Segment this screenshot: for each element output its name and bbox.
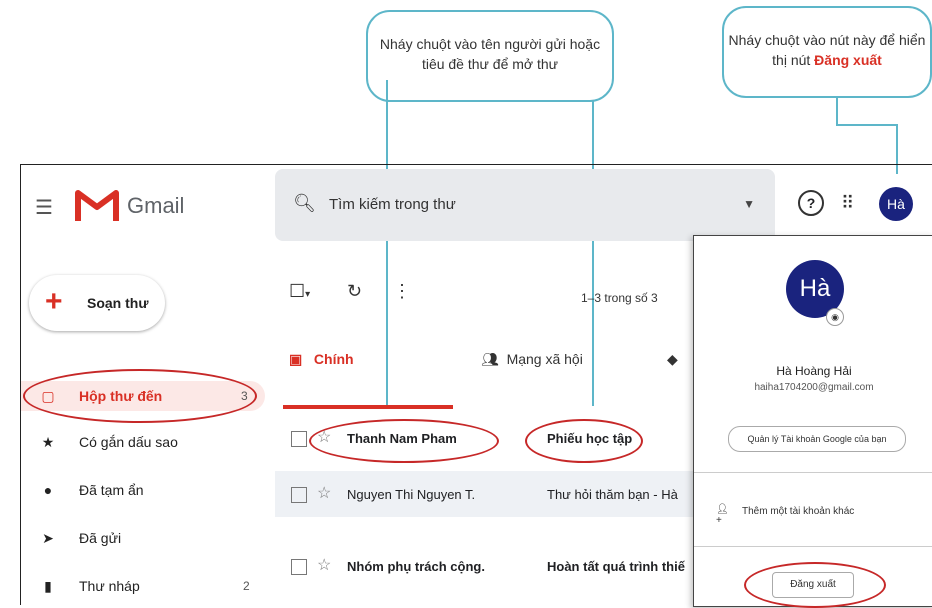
active-tab-indicator [283, 405, 453, 409]
sidebar-item-snoozed[interactable]: ● Đã tạm ẩn [37, 475, 257, 505]
clock-icon: ● [43, 482, 53, 498]
sidebar-item-drafts[interactable]: ▮ Thư nháp 2 [37, 571, 257, 601]
divider [694, 546, 932, 547]
tab-label: Mạng xã hội [506, 351, 583, 367]
gmail-logo-icon[interactable] [75, 185, 119, 225]
star-icon[interactable]: ☆ [317, 483, 331, 503]
row-checkbox[interactable] [291, 431, 307, 447]
search-icon[interactable]: 🔍︎ [293, 193, 316, 214]
menu-icon[interactable]: ☰ [35, 195, 53, 220]
sidebar-item-count: 2 [243, 579, 250, 593]
pagination-range: 1–3 trong số 3 [581, 291, 658, 305]
search-bar[interactable]: 🔍︎ Tìm kiếm trong thư ▼ [275, 169, 775, 241]
email-sender[interactable]: Nguyen Thi Nguyen T. [347, 487, 475, 502]
account-email: haiha1704200@gmail.com [754, 382, 874, 393]
select-all-checkbox[interactable]: ☐▾ [289, 281, 310, 302]
email-subject[interactable]: Hoàn tất quá trình thiế [547, 559, 685, 574]
manage-account-button[interactable]: Quản lý Tài khoản Google của bạn [728, 426, 906, 452]
apps-grid-icon[interactable]: ⠿ [841, 193, 854, 214]
highlight-oval-inbox [23, 369, 257, 423]
email-subject[interactable]: Thư hỏi thăm bạn - Hà [547, 487, 678, 502]
email-row[interactable]: ☆ Nguyen Thi Nguyen T. Thư hỏi thăm bạn … [275, 471, 695, 517]
sidebar-item-sent[interactable]: ➤ Đã gửi [37, 523, 257, 553]
inbox-icon: ▣ [289, 351, 303, 367]
account-name: Hà Hoàng Hải [776, 364, 852, 378]
compose-label: Soạn thư [87, 295, 149, 311]
plus-icon: + [45, 285, 63, 318]
sidebar-item-label: Đã gửi [79, 530, 122, 546]
connector-line-avatar-h [836, 124, 898, 126]
compose-button[interactable]: + Soạn thư [29, 275, 165, 331]
highlight-oval-sender [309, 419, 499, 463]
tab-promotions[interactable]: ◆ [667, 351, 678, 368]
search-options-icon[interactable]: ▼ [743, 197, 755, 211]
more-options-icon[interactable]: ⋮ [393, 281, 411, 302]
draft-icon: ▮ [44, 578, 52, 594]
sidebar-item-label: Đã tạm ẩn [79, 482, 144, 498]
sidebar-item-label: Thư nháp [79, 578, 140, 594]
search-input[interactable]: Tìm kiếm trong thư [329, 196, 456, 213]
tab-primary[interactable]: ▣ Chính [289, 351, 354, 368]
divider [694, 472, 932, 473]
highlight-oval-subject [525, 419, 643, 463]
callout-open-mail: Nháy chuột vào tên người gửi hoặc tiêu đ… [366, 10, 614, 102]
callout-signout-highlight: Đăng xuất [814, 52, 882, 68]
tab-social[interactable]: 👥︎ Mạng xã hội [481, 351, 583, 368]
send-icon: ➤ [42, 530, 54, 546]
refresh-icon[interactable]: ↻ [347, 281, 362, 302]
callout-signout: Nháy chuột vào nút này để hiển thị nút Đ… [722, 6, 932, 98]
gmail-window: ☰ Gmail 🔍︎ Tìm kiếm trong thư ▼ ? ⠿ Hà +… [20, 164, 932, 608]
people-icon: 👥︎ [481, 351, 499, 367]
callout-open-mail-text: Nháy chuột vào tên người gửi hoặc tiêu đ… [379, 36, 601, 72]
account-avatar-button[interactable]: Hà [879, 187, 913, 221]
add-person-icon: 👤︎+ [716, 504, 729, 526]
star-icon[interactable]: ☆ [317, 555, 331, 575]
star-icon: ★ [41, 434, 55, 450]
tag-icon: ◆ [667, 351, 678, 367]
account-panel: Hà ◉ Hà Hoàng Hải haiha1704200@gmail.com… [693, 235, 932, 608]
help-icon[interactable]: ? [798, 190, 824, 216]
sidebar-item-label: Có gắn dấu sao [79, 434, 178, 450]
email-sender[interactable]: Nhóm phụ trách cộng. [347, 559, 485, 574]
tab-label: Chính [313, 351, 354, 367]
row-checkbox[interactable] [291, 487, 307, 503]
row-checkbox[interactable] [291, 559, 307, 575]
add-account-label: Thêm một tài khoản khác [742, 506, 855, 517]
sidebar-item-starred[interactable]: ★ Có gắn dấu sao [37, 427, 257, 457]
app-name: Gmail [127, 193, 185, 218]
camera-icon[interactable]: ◉ [826, 308, 844, 326]
email-row[interactable]: ☆ Nhóm phụ trách cộng. Hoàn tất quá trìn… [275, 543, 695, 589]
highlight-oval-signout [744, 562, 886, 608]
connector-line-avatar-v1 [836, 96, 838, 126]
